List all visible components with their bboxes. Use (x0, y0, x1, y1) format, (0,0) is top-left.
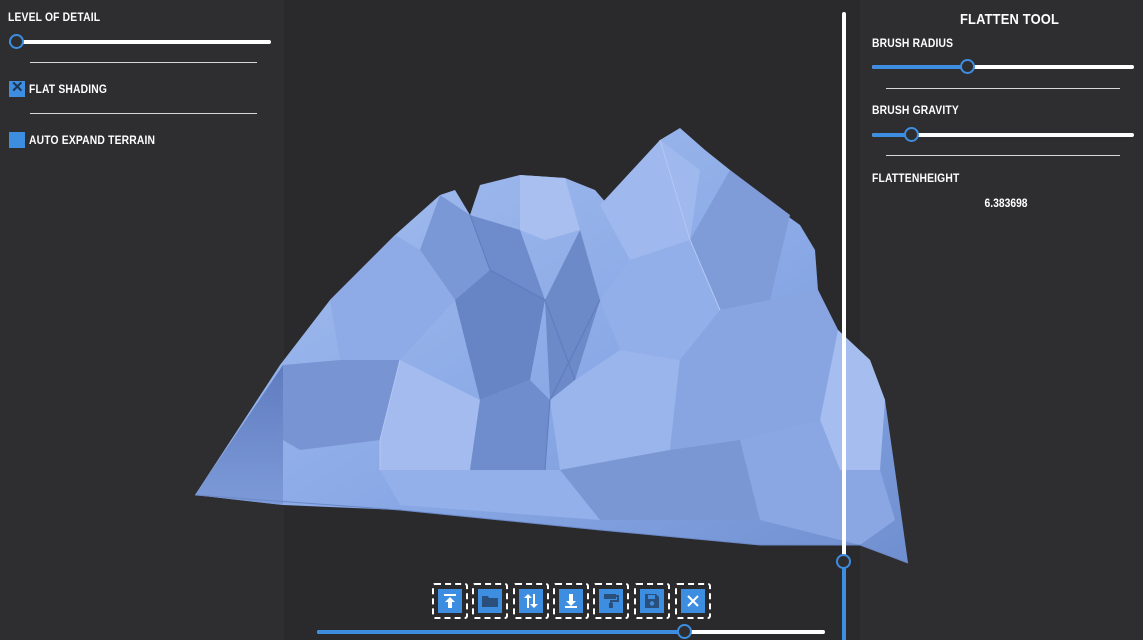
brush-gravity-slider[interactable] (872, 127, 1134, 143)
flat-shading-checkbox[interactable]: ✕ (9, 79, 25, 97)
auto-expand-label: AUTO EXPAND TERRAIN (29, 133, 156, 147)
slider-fill (872, 65, 967, 69)
swap-button[interactable] (513, 583, 549, 619)
vertical-slider-track[interactable] (842, 12, 846, 561)
download-icon (565, 594, 577, 608)
terrain-mesh (195, 128, 908, 563)
slider-track (9, 40, 271, 44)
save-button[interactable] (634, 583, 670, 619)
vertical-slider-fill (842, 561, 846, 640)
flat-shading-label: FLAT SHADING (29, 82, 108, 96)
slider-knob[interactable] (960, 59, 975, 74)
slider-knob[interactable] (677, 624, 692, 639)
divider (30, 113, 257, 114)
upload-button[interactable] (432, 583, 468, 619)
brush-radius-slider[interactable] (872, 59, 1134, 75)
vertical-slider-knob[interactable] (836, 554, 851, 569)
panel-title: FLATTEN TOOL (960, 11, 1060, 28)
swap-vertical-icon (524, 594, 538, 608)
bottom-slider[interactable] (317, 624, 825, 640)
upload-icon (444, 594, 456, 608)
close-button[interactable] (675, 583, 711, 619)
auto-expand-checkbox[interactable] (9, 132, 25, 148)
slider-knob[interactable] (9, 34, 24, 49)
check-x-icon: ✕ (11, 79, 24, 96)
slider-knob[interactable] (904, 127, 919, 142)
download-button[interactable] (553, 583, 589, 619)
brush-radius-label: BRUSH RADIUS (872, 36, 954, 50)
paint-button[interactable] (593, 583, 629, 619)
divider (30, 62, 257, 63)
open-folder-button[interactable] (472, 583, 508, 619)
divider (886, 155, 1120, 156)
flatten-height-label: FLATTENHEIGHT (872, 171, 960, 185)
paint-roller-icon (604, 594, 619, 608)
close-icon (687, 595, 699, 607)
terrain-viewport[interactable] (0, 0, 1143, 640)
level-of-detail-slider[interactable] (9, 34, 271, 50)
save-icon (645, 594, 659, 608)
slider-fill (317, 630, 685, 634)
folder-icon (482, 596, 498, 607)
brush-gravity-label: BRUSH GRAVITY (872, 103, 959, 117)
level-of-detail-label: LEVEL OF DETAIL (8, 10, 101, 24)
divider (886, 88, 1120, 89)
flatten-height-value: 6.383698 (984, 196, 1028, 210)
